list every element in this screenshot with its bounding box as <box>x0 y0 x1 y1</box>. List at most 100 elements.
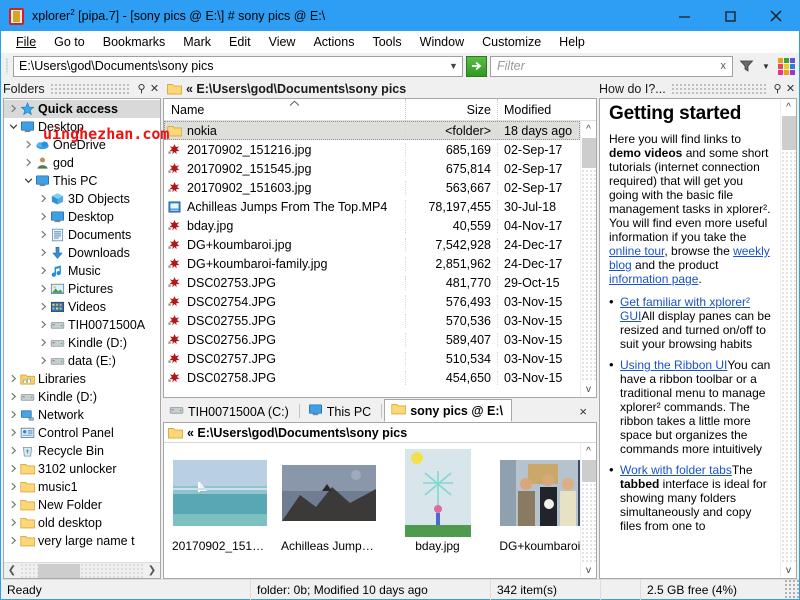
thumb-vscroll-thumb[interactable] <box>581 460 596 482</box>
file-scroll-up-icon[interactable]: ^ <box>581 121 597 137</box>
file-vscroll-track[interactable] <box>580 137 597 381</box>
filter-box[interactable]: Filter x <box>490 55 733 77</box>
filter-clear-icon[interactable]: x <box>721 60 733 72</box>
menu-view[interactable]: View <box>260 33 305 51</box>
table-row[interactable]: DSC02754.JPG 576,493 03-Nov-15 <box>164 292 580 311</box>
table-row[interactable]: bday.jpg 40,559 04-Nov-17 <box>164 216 580 235</box>
thumbnail-item[interactable]: bday.jpg <box>390 449 485 578</box>
tree-item-downloads[interactable]: Downloads <box>4 244 160 262</box>
go-button[interactable] <box>466 55 487 77</box>
tree-expand-icon[interactable] <box>8 104 19 115</box>
table-row[interactable]: DSC02753.JPG 481,770 29-Oct-15 <box>164 273 580 292</box>
menu-file[interactable]: File <box>7 33 45 51</box>
menu-mark[interactable]: Mark <box>174 33 220 51</box>
thumbnail-grid[interactable]: 20170902_15160... Achilleas Jumps From Th… <box>164 443 580 578</box>
tree-expand-icon[interactable] <box>8 374 19 385</box>
folders-close-icon[interactable]: ✕ <box>148 82 161 95</box>
menu-tools[interactable]: Tools <box>363 33 410 51</box>
tree-scroll-right-icon[interactable]: ❯ <box>144 565 160 576</box>
tree-item-documents[interactable]: Documents <box>4 226 160 244</box>
menu-customize[interactable]: Customize <box>473 33 550 51</box>
tree-item-pictures[interactable]: Pictures <box>4 280 160 298</box>
tree-expand-icon[interactable] <box>8 464 19 475</box>
tree-hscroll-track[interactable] <box>20 562 144 579</box>
tree-item-old-desktop[interactable]: old desktop <box>4 514 160 532</box>
table-row[interactable]: DSC02757.JPG 510,534 03-Nov-15 <box>164 349 580 368</box>
tree-expand-icon[interactable] <box>23 140 34 151</box>
tree-expand-icon[interactable] <box>8 392 19 403</box>
thumb-scroll-up-icon[interactable]: ^ <box>581 443 597 459</box>
thumbnail-vscrollbar[interactable]: ^ v <box>580 443 597 578</box>
menu-edit[interactable]: Edit <box>220 33 260 51</box>
menu-help[interactable]: Help <box>550 33 594 51</box>
tree-item-desktop[interactable]: Desktop <box>4 118 160 136</box>
tree-expand-icon[interactable] <box>38 266 49 277</box>
howdoi-close-icon[interactable]: ✕ <box>784 82 797 95</box>
help-item-link[interactable]: Work with folder tabs <box>620 463 732 477</box>
tree-expand-icon[interactable] <box>38 302 49 313</box>
thumbnail-item[interactable]: DG+koumbaroi.... <box>499 449 580 578</box>
tree-item-new-folder[interactable]: New Folder <box>4 496 160 514</box>
tree-hscrollbar[interactable]: ❮ ❯ <box>4 562 160 579</box>
thumbnail-breadcrumb[interactable]: « E:\Users\god\Documents\sony pics <box>164 423 596 443</box>
thumbnail-item[interactable]: Achilleas Jumps From The To... <box>281 449 376 578</box>
tree-item-god[interactable]: god <box>4 154 160 172</box>
tree-expand-icon[interactable] <box>8 500 19 511</box>
tree-expand-icon[interactable] <box>38 248 49 259</box>
tree-expand-icon[interactable] <box>23 176 34 187</box>
tree-item-music[interactable]: Music <box>4 262 160 280</box>
close-icon[interactable] <box>753 1 799 31</box>
help-link[interactable]: online tour <box>609 244 664 258</box>
tree-expand-icon[interactable] <box>8 518 19 529</box>
toolbar-grip[interactable] <box>4 56 10 76</box>
tree-item-tih0071500a[interactable]: TIH0071500A <box>4 316 160 334</box>
tree-item-libraries[interactable]: Libraries <box>4 370 160 388</box>
filter-input[interactable]: Filter <box>491 59 721 73</box>
tab-tih0071500a-c[interactable]: TIH0071500A (C:) <box>163 401 297 422</box>
tree-item-control-panel[interactable]: Control Panel <box>4 424 160 442</box>
tree-item-videos[interactable]: Videos <box>4 298 160 316</box>
tree-expand-icon[interactable] <box>8 122 19 133</box>
tree-item-data-e[interactable]: data (E:) <box>4 352 160 370</box>
table-row[interactable]: DG+koumbaroi.jpg 7,542,928 24-Dec-17 <box>164 235 580 254</box>
tree-item-3d-objects[interactable]: 3D Objects <box>4 190 160 208</box>
help-item-link[interactable]: Using the Ribbon UI <box>620 358 727 372</box>
table-row[interactable]: 20170902_151545.jpg 675,814 02-Sep-17 <box>164 159 580 178</box>
tree-item-3102-unlocker[interactable]: 3102 unlocker <box>4 460 160 478</box>
tree-item-onedrive[interactable]: OneDrive <box>4 136 160 154</box>
tree-hscroll-thumb[interactable] <box>38 563 80 578</box>
thumb-vscroll-track[interactable] <box>580 459 597 562</box>
tree-item-kindle-d[interactable]: Kindle (D:) <box>4 388 160 406</box>
tree-expand-icon[interactable] <box>8 446 19 457</box>
maximize-icon[interactable] <box>707 1 753 31</box>
tree-expand-icon[interactable] <box>8 428 19 439</box>
resize-grip[interactable] <box>785 579 799 600</box>
tree-item-network[interactable]: Network <box>4 406 160 424</box>
tree-expand-icon[interactable] <box>38 194 49 205</box>
menu-bookmarks[interactable]: Bookmarks <box>94 33 175 51</box>
help-vscroll-thumb[interactable] <box>781 116 796 150</box>
close-tab-icon[interactable]: × <box>569 404 597 419</box>
tree-expand-icon[interactable] <box>38 212 49 223</box>
file-rows[interactable]: nokia <folder> 18 days ago 20170902_151216.… <box>164 121 580 397</box>
table-row[interactable]: Achilleas Jumps From The Top.MP4 78,197,4… <box>164 197 580 216</box>
file-scroll-down-icon[interactable]: v <box>581 381 597 397</box>
menu-window[interactable]: Window <box>411 33 473 51</box>
menu-goto[interactable]: Go to <box>45 33 94 51</box>
tree-expand-icon[interactable] <box>23 158 34 169</box>
filter-funnel-icon[interactable] <box>736 56 756 77</box>
table-row[interactable]: 20170902_151603.jpg 563,667 02-Sep-17 <box>164 178 580 197</box>
thumb-scroll-down-icon[interactable]: v <box>581 562 597 578</box>
folder-tabs[interactable]: TIH0071500A (C:) This PC sony pics @ E:\ × <box>163 398 597 422</box>
file-list-vscrollbar[interactable]: ^ v <box>580 121 597 397</box>
help-link[interactable]: information page <box>609 272 698 286</box>
tab-this-pc[interactable]: This PC <box>301 401 380 422</box>
tree-item-desktop[interactable]: Desktop <box>4 208 160 226</box>
filter-dropdown-icon[interactable]: ▼ <box>759 56 773 77</box>
address-input[interactable]: E:\Users\god\Documents\sony pics <box>14 59 445 73</box>
address-combo[interactable]: E:\Users\god\Documents\sony pics ▼ <box>13 55 463 77</box>
tree-item-very-large-name-t[interactable]: very large name t <box>4 532 160 550</box>
tree-expand-icon[interactable] <box>8 410 19 421</box>
table-row[interactable]: 20170902_151216.jpg 685,169 02-Sep-17 <box>164 140 580 159</box>
help-vscroll-track[interactable] <box>780 115 797 562</box>
